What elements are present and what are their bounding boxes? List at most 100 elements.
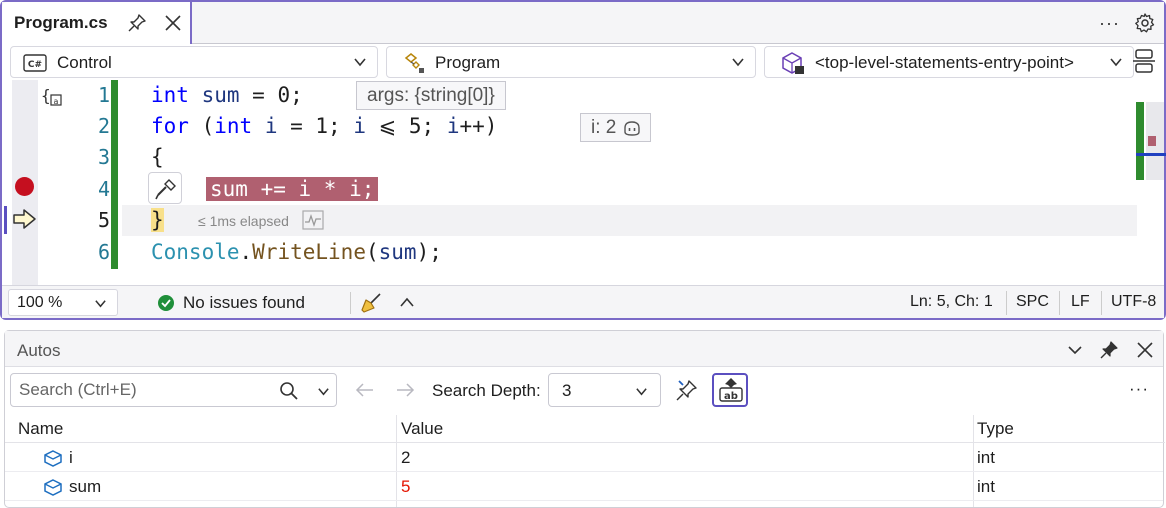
row-value[interactable]: 2 <box>401 444 410 472</box>
autos-grid: Name Value Type i 2 int sum 5 int <box>5 415 1165 507</box>
table-row[interactable]: i 2 int <box>5 444 1163 472</box>
copilot-icon[interactable] <box>622 119 642 137</box>
pin-icon[interactable] <box>1099 340 1119 360</box>
args-inline-hint[interactable]: args: {string[0]} <box>356 81 506 110</box>
divider <box>1101 291 1102 315</box>
split-window-icon[interactable] <box>1132 48 1156 74</box>
navigation-bar: C# Control Program <top-level-statements… <box>2 44 1164 80</box>
column-header-name[interactable]: Name <box>5 415 396 443</box>
performance-chart-icon[interactable] <box>302 210 324 230</box>
search-previous-arrow-icon[interactable] <box>355 382 375 398</box>
pin-to-source-icon[interactable] <box>675 378 699 402</box>
quick-actions-button[interactable] <box>148 172 182 204</box>
loop-var-inline-hint[interactable]: i: 2 <box>580 113 652 142</box>
chevron-down-icon[interactable] <box>1065 340 1085 360</box>
autos-toolbar: Search Depth: 3 ab ··· <box>5 367 1163 415</box>
search-box[interactable] <box>10 373 337 407</box>
class-icon <box>404 53 424 73</box>
current-statement-brace: } <box>151 208 164 232</box>
chevron-down-icon <box>732 58 744 67</box>
check-circle-icon[interactable] <box>157 294 175 312</box>
current-statement-arrow-icon[interactable] <box>12 208 38 230</box>
code-line-5[interactable]: } <box>151 205 164 236</box>
local-variable-icon <box>44 479 62 496</box>
chevron-up-icon[interactable] <box>399 295 415 309</box>
elapsed-time-hint: ≤ 1ms elapsed <box>198 213 289 229</box>
screwdriver-icon <box>155 179 176 200</box>
table-row[interactable]: sum 5 int <box>5 473 1163 501</box>
column-header-value[interactable]: Value <box>396 415 973 443</box>
svg-text:ab: ab <box>724 391 738 402</box>
change-tracking-bar <box>111 80 118 269</box>
svg-text:C#: C# <box>28 60 42 70</box>
autos-window: Autos Search Depth: 3 <box>4 330 1165 508</box>
divider <box>1059 291 1060 315</box>
line-number: 6 <box>97 240 110 264</box>
editor-status-bar: 100 % No issues found Ln: 5, Ch: 1 SPC L… <box>2 285 1164 318</box>
row-type: int <box>977 448 995 467</box>
member-dropdown[interactable]: <top-level-statements-entry-point> <box>764 46 1134 78</box>
row-value-changed[interactable]: 5 <box>401 473 410 501</box>
search-depth-label: Search Depth: <box>432 381 541 400</box>
divider <box>1006 291 1007 315</box>
zoom-dropdown[interactable]: 100 % <box>8 289 118 316</box>
line-number: 3 <box>97 145 110 169</box>
more-options-icon[interactable]: ··· <box>1099 13 1120 34</box>
whitespace-mode[interactable]: SPC <box>1016 293 1049 311</box>
chevron-down-icon <box>95 300 106 308</box>
zoom-value: 100 % <box>17 294 63 311</box>
line-ending[interactable]: LF <box>1071 293 1090 311</box>
issues-status[interactable]: No issues found <box>183 293 305 313</box>
overview-change-marker <box>1136 102 1144 180</box>
line-number: 4 <box>97 177 110 201</box>
code-line-1[interactable]: int sum = 0; <box>151 80 303 111</box>
code-line-3[interactable]: { <box>151 142 164 173</box>
method-icon <box>782 52 804 74</box>
close-icon[interactable] <box>162 12 184 34</box>
csharp-project-icon: C# <box>23 54 47 72</box>
chevron-down-icon <box>1110 58 1122 67</box>
close-icon[interactable] <box>1135 340 1155 360</box>
scrollbar-overview[interactable] <box>1136 102 1166 182</box>
code-line-4[interactable]: sum += i * i; <box>206 174 379 205</box>
code-cleanup-broom-icon[interactable] <box>360 292 382 314</box>
execution-indicator <box>4 206 7 234</box>
code-editor[interactable]: { a 1 2 3 4 5 6 int sum = 0; for (int i … <box>4 80 1166 285</box>
breakpoint-icon[interactable] <box>15 177 34 196</box>
divider <box>350 292 351 314</box>
search-depth-value: 3 <box>562 381 572 400</box>
line-number: 2 <box>97 114 110 138</box>
type-dropdown[interactable]: Program <box>386 46 756 78</box>
row-name: sum <box>69 477 102 496</box>
search-input[interactable] <box>19 378 259 402</box>
column-header-type[interactable]: Type <box>973 415 1165 443</box>
code-line-6[interactable]: Console.WriteLine(sum); <box>151 237 442 268</box>
breakpoint-statement-highlight: sum += i * i; <box>206 177 379 201</box>
hexadecimal-display-toggle[interactable]: ab <box>712 373 748 407</box>
row-type: int <box>977 477 995 496</box>
chevron-down-icon[interactable] <box>317 385 330 398</box>
type-label: Program <box>435 53 501 72</box>
tab-strip: Program.cs ··· <box>2 2 1164 44</box>
file-encoding[interactable]: UTF-8 <box>1111 293 1156 311</box>
project-dropdown[interactable]: C# Control <box>10 46 378 78</box>
gear-icon[interactable] <box>1134 12 1156 34</box>
autos-header: Autos <box>5 331 1163 367</box>
row-name: i <box>69 448 73 467</box>
overview-caret-marker <box>1136 153 1166 156</box>
code-line-2[interactable]: for (int i = 1; i ⩽ 5; i++) <box>151 111 497 142</box>
search-next-arrow-icon[interactable] <box>395 382 415 398</box>
tab-title: Program.cs <box>14 13 108 32</box>
line-numbers: 1 2 3 4 5 6 <box>38 80 116 285</box>
chevron-down-icon <box>354 58 366 67</box>
search-depth-dropdown[interactable]: 3 <box>548 373 661 407</box>
hex-ab-icon: ab <box>719 378 743 402</box>
search-icon[interactable] <box>279 381 299 401</box>
local-variable-icon <box>44 450 62 467</box>
project-label: Control <box>57 53 112 72</box>
line-number: 1 <box>97 83 110 107</box>
cursor-position[interactable]: Ln: 5, Ch: 1 <box>910 293 993 311</box>
line-number: 5 <box>97 208 110 232</box>
pin-icon[interactable] <box>127 13 147 33</box>
more-options-icon[interactable]: ··· <box>1129 379 1149 399</box>
